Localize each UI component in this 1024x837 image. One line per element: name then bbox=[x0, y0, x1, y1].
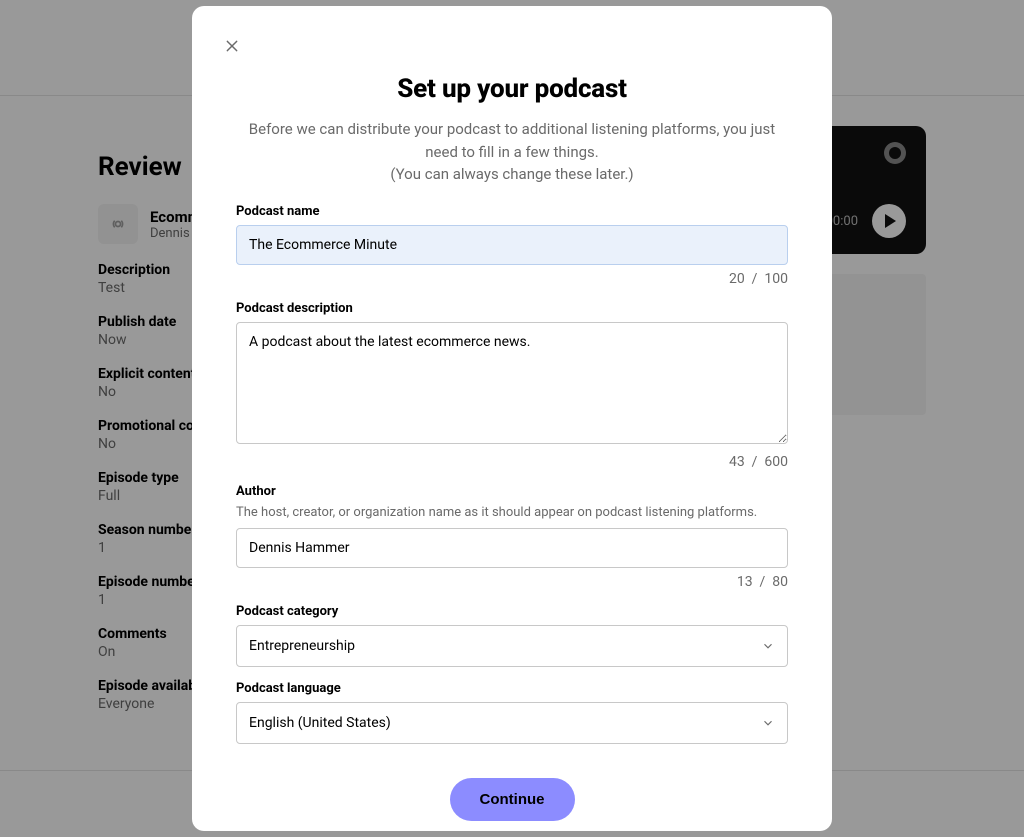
modal-title: Set up your podcast bbox=[236, 74, 788, 104]
podcast-name-count: 20 / 100 bbox=[236, 271, 788, 287]
author-label: Author bbox=[236, 484, 788, 499]
subtitle-text: (You can always change these later.) bbox=[390, 165, 633, 183]
close-icon bbox=[224, 38, 240, 54]
podcast-name-label: Podcast name bbox=[236, 204, 788, 219]
podcast-category-select[interactable]: Entrepreneurship bbox=[236, 625, 788, 667]
modal-subtitle: Before we can distribute your podcast to… bbox=[236, 118, 788, 186]
count-max: 100 bbox=[764, 271, 788, 287]
podcast-name-input[interactable] bbox=[236, 225, 788, 265]
continue-button[interactable]: Continue bbox=[450, 778, 575, 821]
author-help: The host, creator, or organization name … bbox=[236, 505, 788, 520]
select-value: Entrepreneurship bbox=[249, 638, 355, 654]
author-input[interactable] bbox=[236, 528, 788, 568]
subtitle-text: Before we can distribute your podcast to… bbox=[249, 120, 775, 161]
close-button[interactable] bbox=[218, 32, 246, 60]
podcast-category-label: Podcast category bbox=[236, 604, 788, 619]
count-current: 43 bbox=[729, 454, 745, 470]
count-max: 80 bbox=[772, 574, 788, 590]
chevron-down-icon bbox=[761, 716, 775, 730]
count-max: 600 bbox=[764, 454, 788, 470]
setup-podcast-modal: Set up your podcast Before we can distri… bbox=[192, 6, 832, 831]
author-count: 13 / 80 bbox=[236, 574, 788, 590]
podcast-description-label: Podcast description bbox=[236, 301, 788, 316]
count-current: 20 bbox=[729, 271, 745, 287]
podcast-description-count: 43 / 600 bbox=[236, 454, 788, 470]
podcast-language-label: Podcast language bbox=[236, 681, 788, 696]
select-value: English (United States) bbox=[249, 715, 391, 731]
podcast-description-textarea[interactable] bbox=[236, 322, 788, 444]
count-current: 13 bbox=[737, 574, 753, 590]
podcast-language-select[interactable]: English (United States) bbox=[236, 702, 788, 744]
chevron-down-icon bbox=[761, 639, 775, 653]
